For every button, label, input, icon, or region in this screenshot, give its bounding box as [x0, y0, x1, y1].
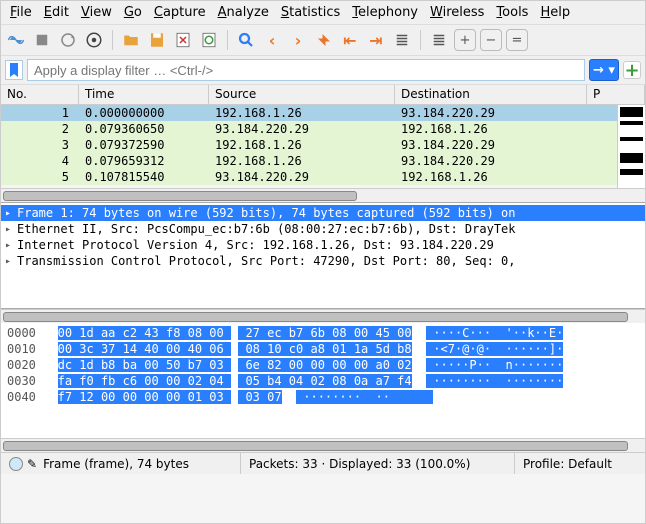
packet-row[interactable]: 50.10781554093.184.220.29192.168.1.26: [1, 169, 645, 185]
open-file-icon[interactable]: [120, 29, 142, 51]
col-header-destination[interactable]: Destination: [395, 85, 587, 104]
bookmark-icon[interactable]: [5, 60, 23, 80]
auto-scroll-icon[interactable]: [391, 29, 413, 51]
menu-analyze[interactable]: Analyze: [213, 3, 274, 22]
close-file-icon[interactable]: [172, 29, 194, 51]
colorize-icon[interactable]: [428, 29, 450, 51]
col-header-protocol[interactable]: P: [587, 85, 645, 104]
status-profile[interactable]: Profile: Default: [515, 453, 645, 474]
status-bar: ✎Frame (frame), 74 bytes Packets: 33 · D…: [1, 452, 645, 474]
restart-capture-icon[interactable]: [57, 29, 79, 51]
save-file-icon[interactable]: [146, 29, 168, 51]
expand-icon[interactable]: ▸: [5, 224, 13, 235]
hex-hscroll[interactable]: [1, 438, 645, 452]
menu-telephony[interactable]: Telephony: [347, 3, 423, 22]
menu-go[interactable]: Go: [119, 3, 147, 22]
menu-wireless[interactable]: Wireless: [425, 3, 489, 22]
zoom-in-icon[interactable]: +: [454, 29, 476, 51]
packet-row[interactable]: 10.000000000192.168.1.2693.184.220.29: [1, 105, 645, 121]
status-left: ✎Frame (frame), 74 bytes: [1, 453, 241, 474]
go-forward-icon[interactable]: ›: [287, 29, 309, 51]
packet-minimap[interactable]: [617, 105, 645, 192]
find-packet-icon[interactable]: [235, 29, 257, 51]
menu-capture[interactable]: Capture: [149, 3, 211, 22]
expand-icon[interactable]: ▸: [5, 256, 13, 267]
tree-item[interactable]: ▸Frame 1: 74 bytes on wire (592 bits), 7…: [1, 205, 645, 221]
packet-details-pane: ▸Frame 1: 74 bytes on wire (592 bits), 7…: [1, 203, 645, 309]
hex-row[interactable]: 0020 dc 1d b8 ba 00 50 b7 03 6e 82 00 00…: [7, 357, 639, 373]
edit-icon[interactable]: ✎: [27, 457, 37, 471]
go-first-icon[interactable]: ⇤: [339, 29, 361, 51]
start-capture-icon[interactable]: [5, 29, 27, 51]
zoom-reset-icon[interactable]: =: [506, 29, 528, 51]
tree-item[interactable]: ▸Transmission Control Protocol, Src Port…: [1, 253, 645, 269]
expand-icon[interactable]: ▸: [5, 208, 13, 219]
menu-file[interactable]: File: [5, 3, 37, 22]
main-toolbar: ‹ › ⇤ ⇥ + − =: [1, 25, 645, 56]
menu-statistics[interactable]: Statistics: [276, 3, 345, 22]
expert-info-icon[interactable]: [9, 457, 23, 471]
expand-icon[interactable]: ▸: [5, 240, 13, 251]
menu-view[interactable]: View: [76, 3, 117, 22]
menu-edit[interactable]: Edit: [39, 3, 74, 22]
packet-list-header[interactable]: No. Time Source Destination P: [1, 85, 645, 105]
zoom-out-icon[interactable]: −: [480, 29, 502, 51]
display-filter-input[interactable]: [27, 59, 585, 81]
packet-row[interactable]: 30.079372590192.168.1.2693.184.220.29: [1, 137, 645, 153]
tree-item[interactable]: ▸Ethernet II, Src: PcsCompu_ec:b7:6b (08…: [1, 221, 645, 237]
hex-row[interactable]: 0030 fa f0 fb c6 00 00 02 04 05 b4 04 02…: [7, 373, 639, 389]
capture-options-icon[interactable]: [83, 29, 105, 51]
menubar: FileEditViewGoCaptureAnalyzeStatisticsTe…: [1, 1, 645, 25]
packet-list-hscroll[interactable]: [1, 188, 645, 202]
hex-row[interactable]: 0010 00 3c 37 14 40 00 40 06 08 10 c0 a8…: [7, 341, 639, 357]
col-header-no[interactable]: No.: [1, 85, 79, 104]
hex-row[interactable]: 0000 00 1d aa c2 43 f8 08 00 27 ec b7 6b…: [7, 325, 639, 341]
menu-tools[interactable]: Tools: [491, 3, 533, 22]
packet-list-pane: No. Time Source Destination P 10.0000000…: [1, 85, 645, 203]
col-header-time[interactable]: Time: [79, 85, 209, 104]
display-filter-bar: → ▾ +: [1, 56, 645, 85]
reload-file-icon[interactable]: [198, 29, 220, 51]
packet-row[interactable]: 20.07936065093.184.220.29192.168.1.26: [1, 121, 645, 137]
go-last-icon[interactable]: ⇥: [365, 29, 387, 51]
add-filter-button[interactable]: +: [623, 61, 641, 79]
tree-item[interactable]: ▸Internet Protocol Version 4, Src: 192.1…: [1, 237, 645, 253]
packet-bytes-pane: 0000 00 1d aa c2 43 f8 08 00 27 ec b7 6b…: [1, 323, 645, 438]
filter-apply-button[interactable]: → ▾: [589, 59, 619, 81]
col-header-source[interactable]: Source: [209, 85, 395, 104]
status-packets: Packets: 33 · Displayed: 33 (100.0%): [241, 453, 515, 474]
go-back-icon[interactable]: ‹: [261, 29, 283, 51]
tree-hscroll[interactable]: [1, 309, 645, 323]
hex-row[interactable]: 0040 f7 12 00 00 00 00 01 03 03 07 ·····…: [7, 389, 639, 405]
menu-help[interactable]: Help: [535, 3, 575, 22]
go-to-packet-icon[interactable]: [313, 29, 335, 51]
stop-capture-icon[interactable]: [31, 29, 53, 51]
packet-row[interactable]: 40.079659312192.168.1.2693.184.220.29: [1, 153, 645, 169]
